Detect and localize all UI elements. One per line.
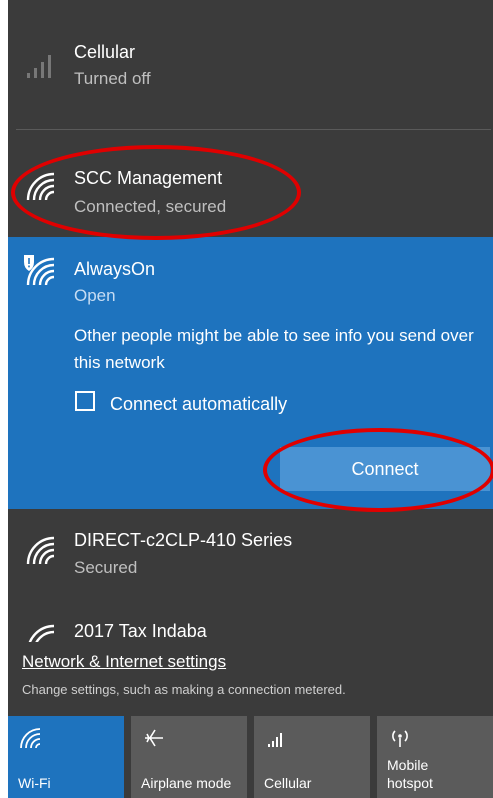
cellular-icon <box>268 733 282 747</box>
quick-action-label: Wi-Fi <box>18 775 51 791</box>
connect-automatically-checkbox[interactable] <box>75 391 95 411</box>
network-status: Turned off <box>74 69 151 88</box>
airplane-icon <box>145 729 163 747</box>
open-network-warning: Other people might be able to see info y… <box>74 326 474 372</box>
network-name: Cellular <box>74 42 136 62</box>
network-name: AlwaysOn <box>74 259 156 279</box>
divider <box>16 129 491 130</box>
network-name: DIRECT-c2CLP-410 Series <box>74 530 293 550</box>
cellular-signal-icon <box>27 55 51 78</box>
network-item-scc-management[interactable]: SCC Management Connected, secured <box>8 140 493 236</box>
hotspot-icon <box>392 730 408 747</box>
network-item-direct-c2clp[interactable]: DIRECT-c2CLP-410 Series Secured <box>8 510 493 596</box>
wifi-icon <box>26 536 55 565</box>
quick-action-label: Airplane mode <box>141 775 232 791</box>
network-name: SCC Management <box>74 168 223 188</box>
network-status: Open <box>74 286 116 305</box>
quick-action-airplane-mode[interactable]: Airplane mode <box>131 716 247 798</box>
network-flyout: Cellular Turned off SCC Management Conne… <box>8 0 493 798</box>
wifi-shield-warning-icon <box>24 255 55 286</box>
network-internet-settings-link[interactable]: Network & Internet settings <box>22 652 226 672</box>
network-item-2017-tax-indaba[interactable]: 2017 Tax Indaba <box>8 608 493 642</box>
network-status: Connected, secured <box>74 197 227 216</box>
wifi-icon <box>20 728 41 749</box>
connect-automatically-label[interactable]: Connect automatically <box>110 394 287 415</box>
quick-action-mobile-hotspot[interactable]: Mobile hotspot <box>377 716 493 798</box>
connect-button[interactable]: Connect <box>280 447 490 491</box>
network-item-cellular[interactable]: Cellular Turned off <box>8 0 493 128</box>
quick-action-cellular[interactable]: Cellular <box>254 716 370 798</box>
wifi-icon <box>26 172 55 201</box>
quick-action-label: Mobile hotspot <box>387 757 433 791</box>
settings-description: Change settings, such as making a connec… <box>22 682 346 697</box>
quick-action-label: Cellular <box>264 775 312 791</box>
network-name: 2017 Tax Indaba <box>74 621 207 641</box>
wifi-icon <box>28 624 55 642</box>
network-status: Secured <box>74 558 138 577</box>
quick-action-wifi[interactable]: Wi-Fi <box>8 716 124 798</box>
network-item-alwayson[interactable]: AlwaysOn Open Other people might be able… <box>8 237 493 509</box>
